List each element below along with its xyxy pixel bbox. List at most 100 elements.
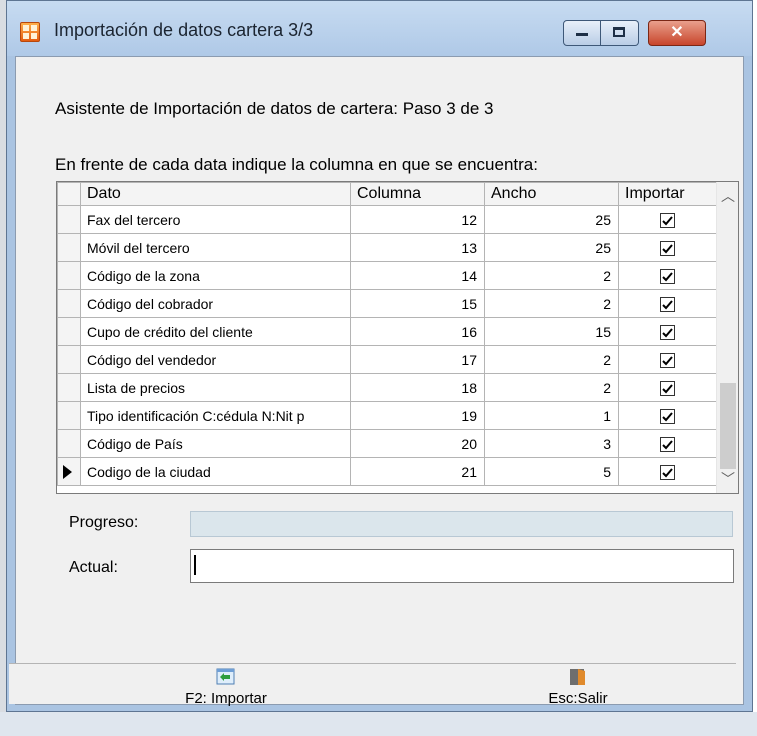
row-selector[interactable] — [57, 345, 81, 374]
mapping-table: Dato Columna Ancho Importar Fax del terc… — [57, 182, 717, 486]
exit-button[interactable]: Esc:Salir — [518, 668, 638, 707]
check-icon — [662, 384, 673, 394]
scroll-down-icon[interactable]: ﹀ — [717, 469, 738, 489]
cell-importar — [618, 289, 717, 318]
importar-checkbox[interactable] — [660, 352, 675, 368]
row-selector-header — [57, 182, 81, 206]
close-button[interactable]: ✕ — [648, 20, 706, 46]
table-row[interactable]: Código del vendedor 17 2 — [57, 345, 717, 374]
table-row[interactable]: Tipo identificación C:cédula N:Nit p 19 1 — [57, 401, 717, 430]
cell-columna[interactable]: 21 — [350, 457, 485, 486]
maximize-button[interactable] — [601, 20, 639, 46]
column-header-dato[interactable]: Dato — [80, 182, 351, 206]
cell-ancho[interactable]: 25 — [484, 233, 619, 262]
check-icon — [662, 468, 673, 478]
cell-columna[interactable]: 20 — [350, 429, 485, 458]
column-header-importar[interactable]: Importar — [618, 182, 717, 206]
row-selector[interactable] — [57, 289, 81, 318]
cell-dato[interactable]: Codigo de la ciudad — [80, 457, 351, 486]
cell-ancho[interactable]: 2 — [484, 345, 619, 374]
importar-checkbox[interactable] — [660, 380, 675, 396]
scroll-up-icon[interactable]: ︿ — [717, 186, 738, 206]
row-selector[interactable] — [57, 233, 81, 262]
cell-ancho[interactable]: 2 — [484, 373, 619, 402]
row-selector[interactable] — [57, 429, 81, 458]
column-header-columna[interactable]: Columna — [350, 182, 485, 206]
background-strip — [0, 712, 757, 736]
grid-body: Fax del tercero 12 25 Móvil del tercero 13 25… — [57, 205, 717, 486]
importar-checkbox[interactable] — [660, 240, 675, 256]
importar-checkbox[interactable] — [660, 324, 675, 340]
importar-checkbox[interactable] — [660, 268, 675, 284]
cell-ancho[interactable]: 2 — [484, 261, 619, 290]
cell-ancho[interactable]: 2 — [484, 289, 619, 318]
table-row[interactable]: Cupo de crédito del cliente 16 15 — [57, 317, 717, 346]
table-row[interactable]: Código de País 20 3 — [57, 429, 717, 458]
row-selector[interactable] — [57, 373, 81, 402]
row-selector[interactable] — [57, 401, 81, 430]
minimize-button[interactable] — [563, 20, 601, 46]
cell-columna[interactable]: 17 — [350, 345, 485, 374]
row-selector[interactable] — [57, 205, 81, 234]
importar-checkbox[interactable] — [660, 408, 675, 424]
cell-columna[interactable]: 15 — [350, 289, 485, 318]
mapping-grid[interactable]: Dato Columna Ancho Importar Fax del terc… — [56, 181, 739, 494]
scrollbar-thumb[interactable] — [720, 383, 736, 469]
current-row-icon — [63, 464, 72, 479]
cell-ancho[interactable]: 15 — [484, 317, 619, 346]
cell-ancho[interactable]: 3 — [484, 429, 619, 458]
check-icon — [662, 412, 673, 422]
vertical-scrollbar[interactable]: ︿ ﹀ — [716, 182, 738, 493]
actual-field[interactable] — [190, 549, 734, 583]
wizard-instruction: En frente de cada data indique la column… — [55, 155, 538, 174]
title-bar[interactable]: Importación de datos cartera 3/3 ✕ — [7, 1, 752, 56]
cell-dato[interactable]: Cupo de crédito del cliente — [80, 317, 351, 346]
cell-importar — [618, 345, 717, 374]
cell-dato[interactable]: Código del vendedor — [80, 345, 351, 374]
cell-columna[interactable]: 18 — [350, 373, 485, 402]
cell-columna[interactable]: 13 — [350, 233, 485, 262]
importar-checkbox[interactable] — [660, 212, 675, 228]
row-selector[interactable] — [57, 457, 81, 486]
maximize-icon — [613, 27, 625, 37]
wizard-step-label: Asistente de Importación de datos de car… — [55, 99, 494, 118]
text-caret — [194, 555, 196, 575]
minimize-icon — [576, 33, 588, 36]
cell-ancho[interactable]: 25 — [484, 205, 619, 234]
cell-dato[interactable]: Móvil del tercero — [80, 233, 351, 262]
app-icon — [20, 22, 40, 42]
exit-door-icon — [568, 668, 588, 686]
table-row[interactable]: Móvil del tercero 13 25 — [57, 233, 717, 262]
table-row[interactable]: Codigo de la ciudad 21 5 — [57, 457, 717, 486]
cell-dato[interactable]: Tipo identificación C:cédula N:Nit p — [80, 401, 351, 430]
cell-columna[interactable]: 12 — [350, 205, 485, 234]
cell-importar — [618, 429, 717, 458]
cell-dato[interactable]: Código del cobrador — [80, 289, 351, 318]
cell-ancho[interactable]: 5 — [484, 457, 619, 486]
cell-ancho[interactable]: 1 — [484, 401, 619, 430]
cell-importar — [618, 233, 717, 262]
table-row[interactable]: Lista de precios 18 2 — [57, 373, 717, 402]
cell-columna[interactable]: 16 — [350, 317, 485, 346]
importar-checkbox[interactable] — [660, 464, 675, 480]
table-row[interactable]: Código de la zona 14 2 — [57, 261, 717, 290]
import-icon — [216, 668, 236, 686]
table-row[interactable]: Código del cobrador 15 2 — [57, 289, 717, 318]
cell-dato[interactable]: Código de la zona — [80, 261, 351, 290]
column-header-ancho[interactable]: Ancho — [484, 182, 619, 206]
importar-checkbox[interactable] — [660, 436, 675, 452]
cell-importar — [618, 205, 717, 234]
cell-dato[interactable]: Lista de precios — [80, 373, 351, 402]
cell-dato[interactable]: Fax del tercero — [80, 205, 351, 234]
import-button[interactable]: F2: Importar — [166, 668, 286, 707]
row-selector[interactable] — [57, 261, 81, 290]
table-row[interactable]: Fax del tercero 12 25 — [57, 205, 717, 234]
progress-label: Progreso: — [69, 514, 139, 531]
cell-importar — [618, 317, 717, 346]
check-icon — [662, 300, 673, 310]
cell-columna[interactable]: 14 — [350, 261, 485, 290]
cell-columna[interactable]: 19 — [350, 401, 485, 430]
row-selector[interactable] — [57, 317, 81, 346]
cell-dato[interactable]: Código de País — [80, 429, 351, 458]
importar-checkbox[interactable] — [660, 296, 675, 312]
